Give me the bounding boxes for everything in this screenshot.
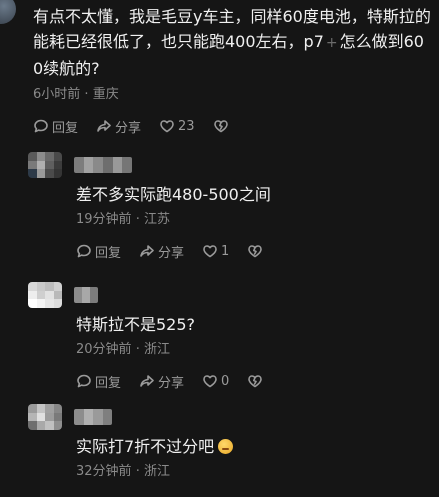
dislike-button[interactable] [213,118,232,134]
meta-separator: · [135,464,140,479]
username[interactable] [74,409,112,425]
comment-time: 20分钟前 [76,342,132,357]
comment-bubble-icon [77,244,91,258]
reply-text: 实际打7折不过分吧 [76,436,433,458]
avatar[interactable] [28,152,62,178]
like-count: 1 [221,243,230,259]
main-comment: 有点不太懂，我是毛豆y车主，同样60度电池，特斯拉的能耗已经很低了，也只能跑40… [33,4,433,137]
comment-time: 19分钟前 [76,212,132,227]
share-arrow-icon [140,245,154,257]
share-arrow-icon [97,120,111,132]
like-count: 23 [178,118,195,134]
comment-location: 重庆 [92,87,119,102]
avatar[interactable] [28,404,62,430]
comment-time: 6小时前 [33,87,81,102]
reply-text: 差不多实际跑480-500之间 [76,185,271,204]
reply-actions: 回复 分享 1 [76,240,433,262]
reply-comment: 实际打7折不过分吧 32分钟前 · 浙江 [28,402,433,482]
heart-icon [160,120,174,133]
reply-button[interactable]: 回复 [33,117,78,136]
like-count: 0 [221,373,230,389]
comment-location: 浙江 [143,342,170,357]
avatar[interactable] [28,282,62,308]
main-comment-avatar[interactable] [0,0,16,24]
dislike-button[interactable] [247,243,266,259]
comment-bubble-icon [34,119,48,133]
meta-separator: · [84,87,89,102]
meta-separator: · [135,342,140,357]
broken-heart-icon [248,245,263,258]
dislike-button[interactable] [247,373,266,389]
reply-button[interactable]: 回复 [76,242,121,261]
reply-comment: 差不多实际跑480-500之间 19分钟前 · 江苏 回复 分享 1 [28,150,433,262]
username[interactable] [74,157,132,173]
meta-separator: · [135,212,140,227]
comment-time: 32分钟前 [76,464,132,479]
like-button[interactable]: 0 [202,373,229,389]
reply-meta: 20分钟前 · 浙江 [76,340,433,360]
username[interactable] [74,287,98,303]
main-comment-meta: 6小时前 · 重庆 [33,85,433,105]
share-button[interactable]: 分享 [139,372,184,391]
main-comment-actions: 回复 分享 23 [33,115,433,137]
broken-heart-icon [213,120,228,133]
share-button[interactable]: 分享 [96,117,141,136]
reply-text: 特斯拉不是525? [76,315,196,334]
like-button[interactable]: 23 [159,118,195,134]
comment-bubble-icon [77,374,91,388]
reply-meta: 19分钟前 · 江苏 [76,210,433,230]
smirk-emoji-icon [218,439,234,454]
comment-location: 浙江 [143,464,170,479]
reply-user[interactable] [28,402,433,432]
share-button[interactable]: 分享 [139,242,184,261]
reply-button[interactable]: 回复 [76,372,121,391]
reply-actions: 回复 分享 0 [76,370,433,392]
broken-heart-icon [248,375,263,388]
heart-icon [203,375,217,388]
main-comment-text: 有点不太懂，我是毛豆y车主，同样60度电池，特斯拉的能耗已经很低了，也只能跑40… [33,7,431,78]
comment-location: 江苏 [143,212,170,227]
like-button[interactable]: 1 [202,243,229,259]
reply-user[interactable] [28,280,433,310]
plus-icon[interactable]: + [324,35,340,51]
share-arrow-icon [140,375,154,387]
reply-meta: 32分钟前 · 浙江 [76,462,433,482]
heart-icon [203,245,217,258]
reply-user[interactable] [28,150,433,180]
reply-comment: 特斯拉不是525? 20分钟前 · 浙江 回复 分享 0 [28,280,433,392]
